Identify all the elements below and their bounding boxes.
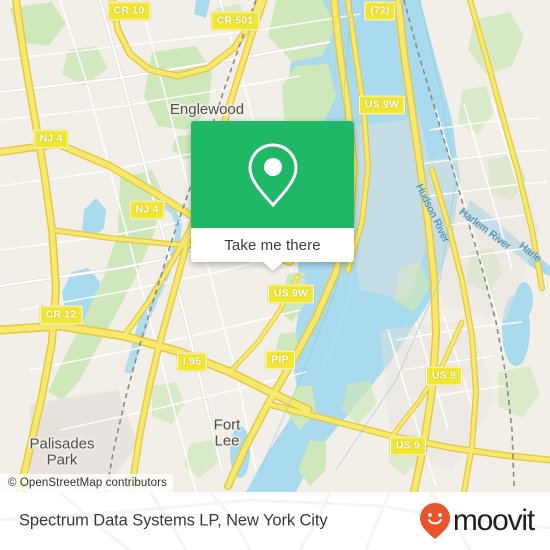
route-shield: US 9 <box>389 436 427 456</box>
map-pin-icon <box>247 142 298 207</box>
location-popup-card[interactable]: Take me there <box>191 121 354 271</box>
route-shield: US 9 <box>425 366 463 386</box>
route-shield: US 9W <box>267 284 315 304</box>
footer-bar: Spectrum Data Systems LP, New York City … <box>0 492 550 550</box>
popup-header <box>191 121 354 228</box>
place-label-line: Palisades <box>29 435 95 453</box>
place-label-palisades-park: Palisades Park <box>29 436 94 468</box>
take-me-there-label: Take me there <box>224 236 321 254</box>
map-screenshot: CR 10 CR 501 (72) US 9W NJ 4 NJ 4 CR 12 … <box>0 0 550 550</box>
route-shield: I 95 <box>176 352 208 372</box>
place-label-line: Park <box>46 451 78 468</box>
moovit-wordmark: moovit <box>452 504 535 537</box>
popup-footer[interactable]: Take me there <box>191 228 354 262</box>
map-canvas[interactable]: CR 10 CR 501 (72) US 9W NJ 4 NJ 4 CR 12 … <box>0 0 550 492</box>
place-label-line: Fort <box>213 416 241 434</box>
page-title: Spectrum Data Systems LP, New York City <box>19 511 328 530</box>
place-label-englewood: Englewood <box>169 101 245 119</box>
route-shield: US 9W <box>358 95 406 115</box>
popup-tail <box>262 262 283 271</box>
route-shield: NJ 4 <box>129 200 165 220</box>
moovit-brand[interactable]: moovit <box>419 502 535 540</box>
route-shield: NJ 4 <box>33 129 69 149</box>
route-shield: PIP <box>265 350 295 370</box>
route-shield: (72) <box>364 1 396 21</box>
place-label-fort-lee: Fort Lee <box>214 417 241 449</box>
route-shield: CR 12 <box>39 305 83 325</box>
osm-attribution[interactable]: © OpenStreetMap contributors <box>0 474 173 492</box>
route-shield: CR 501 <box>210 11 260 31</box>
moovit-smiley-pin-icon <box>419 503 450 539</box>
route-shield: CR 10 <box>107 1 151 21</box>
place-label-line: Lee <box>214 432 240 449</box>
